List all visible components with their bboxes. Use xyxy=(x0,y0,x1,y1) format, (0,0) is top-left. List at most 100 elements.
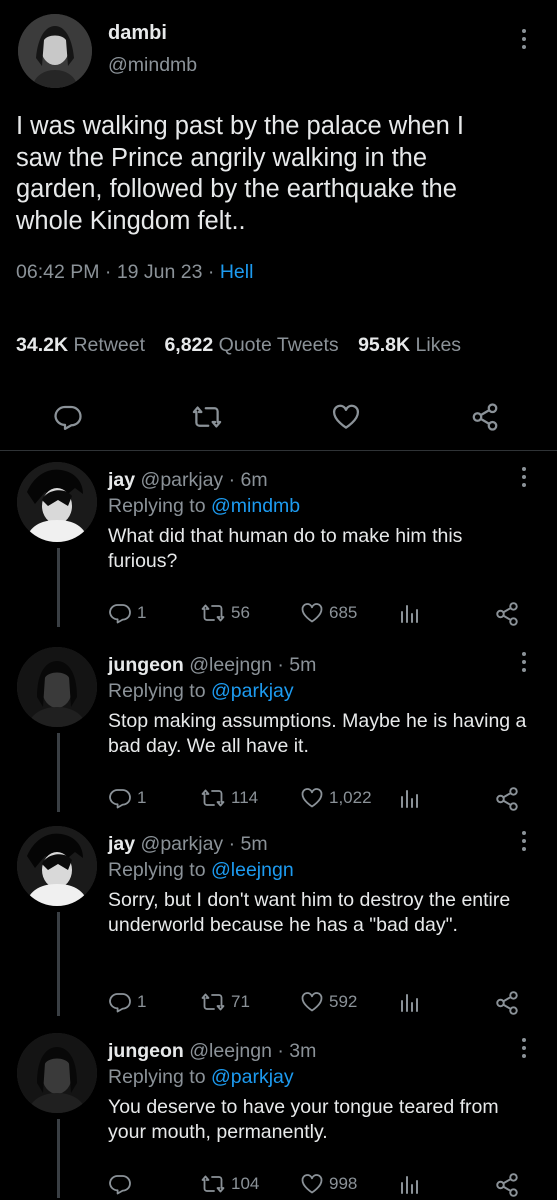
reply-author-handle[interactable]: @parkjay xyxy=(141,469,224,491)
retweet-icon xyxy=(200,786,226,810)
reply-icon xyxy=(108,990,132,1014)
replying-to-label: Replying to xyxy=(108,859,206,881)
reply-share-action[interactable] xyxy=(494,990,520,1016)
retweet-count: 34.2K xyxy=(16,334,69,356)
reply-reply-action[interactable]: 1 xyxy=(108,990,146,1014)
reply-like-action[interactable]: 592 xyxy=(300,990,357,1014)
reply-retweet-count: 104 xyxy=(231,1174,260,1193)
reply-retweet-action[interactable]: 71 xyxy=(200,990,250,1014)
thread-line xyxy=(57,912,60,1016)
divider xyxy=(0,450,557,451)
reply-icon xyxy=(108,601,132,625)
quote-count: 6,822 xyxy=(164,334,214,356)
reply-icon xyxy=(108,786,132,810)
reply-text: Sorry, but I don't want him to destroy t… xyxy=(108,889,511,936)
reply-author-handle[interactable]: @leejngn xyxy=(189,1040,272,1062)
reply-like-count: 998 xyxy=(329,1174,358,1193)
reply-more-icon[interactable] xyxy=(514,1033,534,1063)
reply-views-action[interactable] xyxy=(398,990,422,1014)
reply-author-handle[interactable]: @leejngn xyxy=(189,654,272,676)
reply-reply-count: 1 xyxy=(137,992,147,1011)
thread-line xyxy=(57,548,60,627)
quote-stat[interactable]: 6,822 Quote Tweets xyxy=(164,334,344,356)
reply-header: jungeon @leejngn · 3m xyxy=(108,1040,317,1062)
replying-to-label: Replying to xyxy=(108,1066,206,1088)
heart-icon xyxy=(300,990,324,1014)
reply-like-action[interactable]: 998 xyxy=(300,1172,357,1196)
reply-author-name[interactable]: jungeon xyxy=(108,654,184,676)
analytics-icon xyxy=(398,601,422,625)
reply-icon xyxy=(108,1172,132,1196)
reply-reply-action[interactable]: 1 xyxy=(108,601,146,625)
replying-to-handle[interactable]: @mindmb xyxy=(211,495,300,517)
reply-author-name[interactable]: jungeon xyxy=(108,1040,184,1062)
tweet-stats: 34.2K Retweet 6,822 Quote Tweets 95.8K L… xyxy=(16,334,461,357)
reply-reply-action[interactable]: 1 xyxy=(108,786,146,810)
reply-age: 5m xyxy=(289,654,317,676)
heart-icon xyxy=(300,601,324,625)
reply-avatar[interactable] xyxy=(17,647,97,727)
replying-to: Replying to @leejngn xyxy=(108,859,294,882)
retweet-stat[interactable]: 34.2K Retweet xyxy=(16,334,150,356)
author-avatar[interactable] xyxy=(18,14,92,88)
reply-retweet-action[interactable]: 114 xyxy=(200,786,258,810)
reply-avatar[interactable] xyxy=(17,1033,97,1113)
reply-author-name[interactable]: jay xyxy=(108,469,135,491)
reply-author-handle[interactable]: @parkjay xyxy=(141,833,224,855)
replying-to-handle[interactable]: @parkjay xyxy=(211,680,294,702)
replying-to-handle[interactable]: @parkjay xyxy=(211,1066,294,1088)
tweet-text: I was walking past by the palace when I … xyxy=(16,112,464,235)
reply-views-action[interactable] xyxy=(398,786,422,810)
retweet-icon xyxy=(200,990,226,1014)
reply-author-name[interactable]: jay xyxy=(108,833,135,855)
retweet-icon xyxy=(200,601,226,625)
reply-retweet-action[interactable]: 56 xyxy=(200,601,250,625)
reply-more-icon[interactable] xyxy=(514,462,534,492)
likes-count: 95.8K xyxy=(358,334,411,356)
tweet-more-icon[interactable] xyxy=(514,24,534,54)
reply-avatar[interactable] xyxy=(17,462,97,542)
replying-to: Replying to @parkjay xyxy=(108,1066,294,1089)
share-icon xyxy=(494,786,520,812)
reply-more-icon[interactable] xyxy=(514,826,534,856)
reply-like-action[interactable]: 685 xyxy=(300,601,357,625)
reply-retweet-count: 56 xyxy=(231,603,250,622)
reply-avatar[interactable] xyxy=(17,826,97,906)
analytics-icon xyxy=(398,1172,422,1196)
retweet-label: Retweet xyxy=(73,334,146,356)
reply-share-action[interactable] xyxy=(494,786,520,812)
reply-text: What did that human do to make him this … xyxy=(108,525,463,572)
reply-more-icon[interactable] xyxy=(514,647,534,677)
replying-to-handle[interactable]: @leejngn xyxy=(211,859,294,881)
likes-label: Likes xyxy=(415,334,462,356)
replying-to-label: Replying to xyxy=(108,680,206,702)
share-icon[interactable] xyxy=(470,402,500,432)
reply-text: Stop making assumptions. Maybe he is hav… xyxy=(108,710,527,757)
reply-share-action[interactable] xyxy=(494,601,520,627)
reply-age: 6m xyxy=(240,469,268,491)
reply-text: You deserve to have your tongue teared f… xyxy=(108,1096,499,1143)
reply-retweet-action[interactable]: 104 xyxy=(200,1172,259,1196)
reply-views-action[interactable] xyxy=(398,601,422,625)
reply-header: jay @parkjay · 6m xyxy=(108,469,268,491)
like-icon[interactable] xyxy=(331,402,361,432)
retweet-icon[interactable] xyxy=(192,402,222,432)
reply-icon[interactable] xyxy=(53,402,83,432)
share-icon xyxy=(494,601,520,627)
reply-views-action[interactable] xyxy=(398,1172,422,1196)
reply-like-count: 592 xyxy=(329,992,358,1011)
replying-to: Replying to @parkjay xyxy=(108,680,294,703)
likes-stat[interactable]: 95.8K Likes xyxy=(358,334,461,356)
reply-reply-action[interactable] xyxy=(108,1172,137,1196)
analytics-icon xyxy=(398,786,422,810)
thread-line xyxy=(57,1119,60,1198)
reply-share-action[interactable] xyxy=(494,1172,520,1198)
reply-reply-count: 1 xyxy=(137,603,147,622)
tweet-meta: 06:42 PM · 19 Jun 23 · Hell xyxy=(16,261,254,283)
reply-like-action[interactable]: 1,022 xyxy=(300,786,372,810)
heart-icon xyxy=(300,786,324,810)
author-handle[interactable]: @mindmb xyxy=(108,54,197,77)
tweet-source[interactable]: Hell xyxy=(220,261,254,283)
retweet-icon xyxy=(200,1172,226,1196)
author-name[interactable]: dambi xyxy=(108,22,167,45)
